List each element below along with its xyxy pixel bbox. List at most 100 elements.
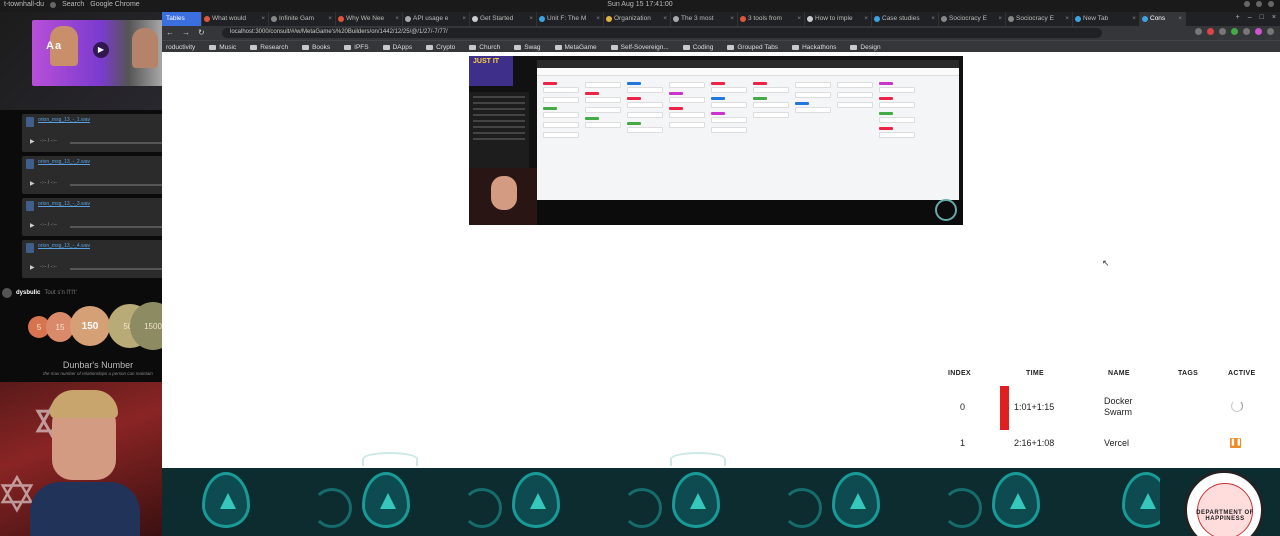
reload-icon[interactable]: ↻ bbox=[198, 28, 205, 37]
board-toolbar bbox=[537, 68, 959, 76]
play-icon[interactable]: ▶ bbox=[93, 42, 109, 58]
column-header-active[interactable]: ACTIVE bbox=[1228, 370, 1255, 377]
audio-time: -:-- / -:-- bbox=[40, 222, 57, 228]
close-icon[interactable]: × bbox=[998, 15, 1002, 22]
bookmark-folder[interactable]: roductivity bbox=[166, 42, 195, 52]
audio-file-name[interactable]: orion_msg_13_-_1.wav bbox=[38, 117, 90, 123]
tab[interactable]: How to imple × bbox=[805, 12, 872, 26]
minimize-icon[interactable]: – bbox=[1248, 14, 1252, 21]
close-icon[interactable]: × bbox=[1178, 15, 1182, 22]
seal-text: DEPARTMENT OF HAPPINESS bbox=[1196, 510, 1254, 522]
audio-file-name[interactable]: orion_msg_13_-_3.wav bbox=[38, 201, 90, 207]
presenter-face bbox=[491, 176, 517, 210]
close-icon[interactable]: × bbox=[1065, 15, 1069, 22]
column-header-name[interactable]: NAME bbox=[1108, 370, 1130, 377]
bookmark-folder[interactable]: Design bbox=[850, 42, 881, 52]
volume-icon[interactable] bbox=[1256, 1, 1262, 7]
bookmark-folder[interactable]: Crypto bbox=[426, 42, 455, 52]
embedded-video[interactable]: JUST IT bbox=[469, 56, 963, 225]
forward-icon[interactable]: → bbox=[182, 28, 190, 37]
bookmark-folder[interactable]: Self-Sovereign... bbox=[610, 42, 669, 52]
bookmark-folder[interactable]: Church bbox=[469, 42, 500, 52]
tab[interactable]: What would × bbox=[202, 12, 269, 26]
play-button[interactable]: ▶ bbox=[30, 222, 35, 229]
audio-file-name[interactable]: orion_msg_13_-_4.wav bbox=[38, 243, 90, 249]
tab[interactable]: Case studies × bbox=[872, 12, 939, 26]
bookmark-folder[interactable]: IPFS bbox=[344, 42, 369, 52]
close-icon[interactable]: × bbox=[730, 15, 734, 22]
tab[interactable]: 3 tools from × bbox=[738, 12, 805, 26]
extension-icon[interactable] bbox=[1231, 28, 1238, 35]
tab[interactable]: Unit F: The M × bbox=[537, 12, 604, 26]
address-bar[interactable]: localhost:3000/consult/#/w/MetaGame's%20… bbox=[222, 28, 1102, 38]
bookmark-folder[interactable]: Books bbox=[302, 42, 330, 52]
close-icon[interactable]: × bbox=[596, 15, 600, 22]
extension-icon[interactable] bbox=[1243, 28, 1250, 35]
bookmark-folder[interactable]: Music bbox=[209, 42, 236, 52]
close-icon[interactable]: × bbox=[395, 15, 399, 22]
tab-tables[interactable]: Tables bbox=[162, 12, 202, 26]
bookmark-star-icon[interactable] bbox=[1195, 28, 1202, 35]
new-tab-icon[interactable]: + bbox=[1236, 14, 1240, 21]
tab[interactable]: New Tab × bbox=[1073, 12, 1140, 26]
close-icon[interactable]: × bbox=[529, 15, 533, 22]
audio-player-3[interactable]: orion_msg_13_-_3.wav ⤓ ▶ -:-- / -:-- 🔊 bbox=[22, 198, 180, 236]
tab[interactable]: Organization × bbox=[604, 12, 671, 26]
tab[interactable]: Sociocracy E × bbox=[1006, 12, 1073, 26]
bookmark-folder[interactable]: Grouped Tabs bbox=[727, 42, 778, 52]
close-icon[interactable]: × bbox=[797, 15, 801, 22]
teal-drop-icon bbox=[362, 472, 410, 528]
folder-icon bbox=[792, 44, 800, 50]
bookmark-folder[interactable]: Coding bbox=[682, 42, 713, 52]
audio-file-name[interactable]: orion_msg_13_-_2.wav bbox=[38, 159, 90, 165]
tab[interactable]: The 3 most × bbox=[671, 12, 738, 26]
bookmarks-bar: roductivity Music Research Books IPFS DA… bbox=[162, 40, 1280, 52]
close-icon[interactable]: × bbox=[261, 15, 265, 22]
column-header-index[interactable]: INDEX bbox=[948, 370, 971, 377]
back-icon[interactable]: ← bbox=[166, 28, 174, 37]
power-icon[interactable] bbox=[1268, 1, 1274, 7]
extension-icon[interactable] bbox=[1219, 28, 1226, 35]
maximize-icon[interactable]: □ bbox=[1260, 14, 1264, 21]
dunbar-subtitle: the max number of relationships a person… bbox=[43, 371, 153, 376]
tab[interactable]: Why We Nee × bbox=[336, 12, 403, 26]
close-window-icon[interactable]: × bbox=[1272, 14, 1276, 21]
bookmark-folder[interactable]: DApps bbox=[382, 42, 412, 52]
extension-icon[interactable] bbox=[1207, 28, 1214, 35]
table-row[interactable]: 0 1:01+1:15 Docker Swarm bbox=[948, 384, 1278, 430]
tab-active[interactable]: Cons × bbox=[1140, 12, 1186, 26]
tab[interactable]: Get Started × bbox=[470, 12, 537, 26]
play-button[interactable]: ▶ bbox=[30, 138, 35, 145]
audio-player-4[interactable]: orion_msg_13_-_4.wav ⤓ ▶ -:-- / -:-- 🔊 bbox=[22, 240, 180, 278]
bookmark-folder[interactable]: Hackathons bbox=[792, 42, 836, 52]
bookmark-label: Design bbox=[860, 43, 881, 51]
close-icon[interactable]: × bbox=[462, 15, 466, 22]
os-clock[interactable]: Sun Aug 15 17:41:00 bbox=[0, 1, 1280, 8]
tab[interactable]: API usage e × bbox=[403, 12, 470, 26]
profile-avatar-icon[interactable] bbox=[1255, 28, 1262, 35]
column-header-time[interactable]: TIME bbox=[1026, 370, 1044, 377]
close-icon[interactable]: × bbox=[1132, 15, 1136, 22]
play-button[interactable]: ▶ bbox=[30, 180, 35, 187]
tab-favicon-icon bbox=[1075, 16, 1081, 22]
menu-icon[interactable] bbox=[1267, 28, 1274, 35]
close-icon[interactable]: × bbox=[328, 15, 332, 22]
pause-icon[interactable]: ❚❚ bbox=[1230, 438, 1242, 448]
bookmark-label: roductivity bbox=[166, 43, 196, 51]
audio-player-1[interactable]: orion_msg_13_-_1.wav ⤓ ▶ -:-- / -:-- 🔊 bbox=[22, 114, 180, 152]
bookmark-folder[interactable]: Research bbox=[250, 42, 288, 52]
tab[interactable]: Infinite Gam × bbox=[269, 12, 336, 26]
tab[interactable]: Sociocracy E × bbox=[939, 12, 1006, 26]
network-icon[interactable] bbox=[1244, 1, 1250, 7]
column-header-tags[interactable]: TAGS bbox=[1178, 370, 1198, 377]
close-icon[interactable]: × bbox=[864, 15, 868, 22]
bookmark-folder[interactable]: Swag bbox=[514, 42, 541, 52]
stream-sidebar: Aa ▶ orion_msg_13_-_1.wav ⤓ ▶ -:-- / -:-… bbox=[0, 12, 180, 536]
audio-player-2[interactable]: orion_msg_13_-_2.wav ⤓ ▶ -:-- / -:-- 🔊 bbox=[22, 156, 180, 194]
play-button[interactable]: ▶ bbox=[30, 264, 35, 271]
host-webcam: ✡ ✡ ✡ bbox=[0, 382, 162, 536]
tab-favicon-icon bbox=[874, 16, 880, 22]
bookmark-folder[interactable]: MetaGame bbox=[554, 42, 597, 52]
close-icon[interactable]: × bbox=[931, 15, 935, 22]
close-icon[interactable]: × bbox=[663, 15, 667, 22]
